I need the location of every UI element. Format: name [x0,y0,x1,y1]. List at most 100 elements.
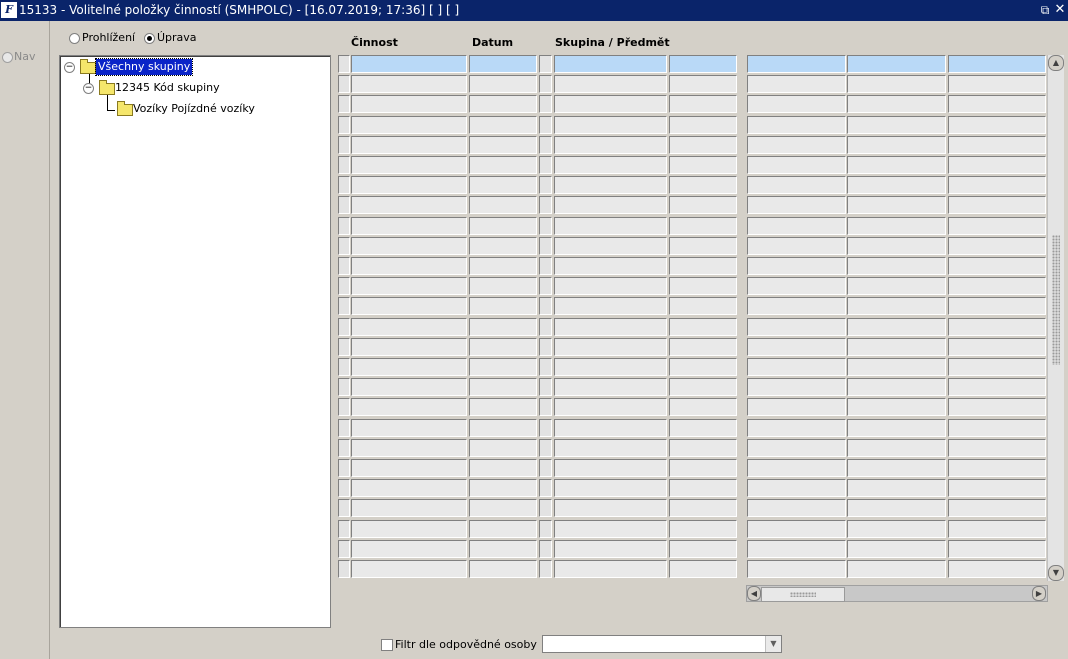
row-marker[interactable] [338,75,350,93]
extra-cell[interactable] [948,520,1046,538]
extra-cell[interactable] [747,196,846,214]
cinnost-cell[interactable] [351,196,467,214]
predmet-cell[interactable] [669,459,737,477]
extra-cell[interactable] [747,116,846,134]
cinnost-cell[interactable] [351,560,467,578]
row-marker[interactable] [338,55,350,73]
cinnost-cell[interactable] [351,398,467,416]
extra-cell[interactable] [847,378,946,396]
datum-cell[interactable] [469,156,537,174]
cinnost-cell[interactable] [351,338,467,356]
row-marker[interactable] [338,257,350,275]
scroll-left-icon[interactable]: ◀ [747,586,761,601]
scroll-grip[interactable] [1052,235,1060,365]
row-marker[interactable] [338,398,350,416]
extra-cell[interactable] [948,55,1046,73]
cinnost-cell[interactable] [351,378,467,396]
cinnost-cell[interactable] [351,75,467,93]
datum-cell[interactable] [469,499,537,517]
collapse-icon[interactable]: − [64,62,75,73]
extra-cell[interactable] [747,217,846,235]
cinnost-cell[interactable] [351,540,467,558]
row-marker[interactable] [539,318,552,336]
predmet-cell[interactable] [669,237,737,255]
extra-cell[interactable] [747,479,846,497]
cinnost-cell[interactable] [351,136,467,154]
extra-cell[interactable] [847,419,946,437]
predmet-cell[interactable] [669,116,737,134]
predmet-cell[interactable] [669,419,737,437]
extra-cell[interactable] [847,237,946,255]
skupina-cell[interactable] [554,156,667,174]
skupina-cell[interactable] [554,459,667,477]
extra-cell[interactable] [747,277,846,295]
filter-checkbox[interactable] [381,639,393,651]
extra-cell[interactable] [847,75,946,93]
cinnost-cell[interactable] [351,419,467,437]
row-marker[interactable] [539,257,552,275]
extra-cell[interactable] [948,277,1046,295]
datum-cell[interactable] [469,55,537,73]
extra-cell[interactable] [948,499,1046,517]
predmet-cell[interactable] [669,398,737,416]
extra-cell[interactable] [948,378,1046,396]
extra-cell[interactable] [948,95,1046,113]
cinnost-cell[interactable] [351,318,467,336]
row-marker[interactable] [338,297,350,315]
row-marker[interactable] [338,459,350,477]
row-marker[interactable] [539,540,552,558]
row-marker[interactable] [338,479,350,497]
row-marker[interactable] [338,378,350,396]
skupina-cell[interactable] [554,297,667,315]
predmet-cell[interactable] [669,560,737,578]
skupina-cell[interactable] [554,95,667,113]
skupina-cell[interactable] [554,520,667,538]
row-marker[interactable] [539,237,552,255]
extra-cell[interactable] [847,499,946,517]
skupina-cell[interactable] [554,560,667,578]
extra-cell[interactable] [948,540,1046,558]
predmet-cell[interactable] [669,378,737,396]
datum-cell[interactable] [469,318,537,336]
datum-cell[interactable] [469,540,537,558]
row-marker[interactable] [539,499,552,517]
extra-cell[interactable] [747,499,846,517]
datum-cell[interactable] [469,479,537,497]
skupina-cell[interactable] [554,196,667,214]
tree-node-label[interactable]: 12345 Kód skupiny [115,80,220,96]
cinnost-cell[interactable] [351,459,467,477]
row-marker[interactable] [539,55,552,73]
datum-cell[interactable] [469,520,537,538]
extra-cell[interactable] [847,459,946,477]
vertical-scrollbar[interactable]: ▲ ▼ [1047,55,1064,581]
extra-cell[interactable] [847,560,946,578]
row-marker[interactable] [539,398,552,416]
row-marker[interactable] [539,75,552,93]
mode-radio-prohlizeni[interactable] [69,33,80,44]
extra-cell[interactable] [847,136,946,154]
skupina-cell[interactable] [554,439,667,457]
row-marker[interactable] [338,520,350,538]
datum-cell[interactable] [469,459,537,477]
skupina-cell[interactable] [554,257,667,275]
extra-cell[interactable] [847,318,946,336]
predmet-cell[interactable] [669,439,737,457]
extra-cell[interactable] [747,560,846,578]
extra-cell[interactable] [747,398,846,416]
datum-cell[interactable] [469,439,537,457]
extra-cell[interactable] [948,176,1046,194]
scroll-down-icon[interactable]: ▼ [1048,565,1064,581]
predmet-cell[interactable] [669,95,737,113]
mode-radio-uprava[interactable] [144,33,155,44]
extra-cell[interactable] [847,479,946,497]
datum-cell[interactable] [469,196,537,214]
column-header-skupina[interactable]: Skupina / Předmět [555,36,670,49]
skupina-cell[interactable] [554,217,667,235]
tree-panel[interactable]: − Všechny skupiny − 12345 Kód skupiny Vo… [59,55,331,628]
column-header-cinnost[interactable]: Činnost [351,36,398,49]
row-marker[interactable] [338,318,350,336]
skupina-cell[interactable] [554,398,667,416]
datum-cell[interactable] [469,338,537,356]
horizontal-scrollbar[interactable]: ◀ ▶ [746,585,1048,602]
skupina-cell[interactable] [554,338,667,356]
